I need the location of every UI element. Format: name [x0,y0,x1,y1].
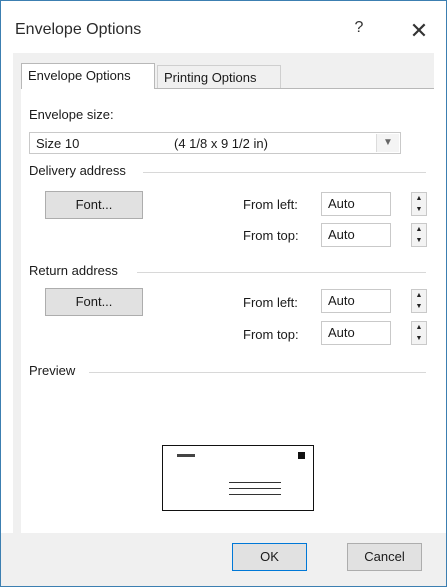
delivery-font-button[interactable]: Font... [45,191,143,219]
chevron-down-icon[interactable]: ▼ [376,134,399,152]
close-button[interactable]: ✕ [405,17,433,45]
envelope-size-label: Envelope size: [29,107,114,122]
dialog-footer: OK Cancel [1,533,446,586]
cancel-button[interactable]: Cancel [347,543,422,571]
triangle-up-icon[interactable]: ▲ [412,193,426,204]
preview-divider [89,372,426,373]
envelope-size-name: Size 10 [36,136,80,151]
spinner-arrows[interactable]: ▲ ▼ [411,192,427,216]
return-from-left-label: From left: [243,295,298,310]
address-line [229,482,281,483]
spinner-arrows[interactable]: ▲ ▼ [411,289,427,313]
return-address-section-label: Return address [29,263,124,278]
envelope-options-panel: Envelope size: Size 10 (4 1/8 x 9 1/2 in… [21,88,434,534]
tab-printing-options[interactable]: Printing Options [157,65,281,89]
return-from-left-input[interactable]: Auto [321,289,391,313]
triangle-down-icon[interactable]: ▼ [412,235,426,246]
delivery-from-left-input[interactable]: Auto [321,192,391,216]
return-from-top-input[interactable]: Auto [321,321,391,345]
envelope-size-dimensions: (4 1/8 x 9 1/2 in) [174,136,268,151]
triangle-up-icon[interactable]: ▲ [412,290,426,301]
delivery-address-section-label: Delivery address [29,163,132,178]
envelope-preview [162,445,314,511]
envelope-size-select[interactable]: Size 10 (4 1/8 x 9 1/2 in) ▼ [29,132,401,154]
delivery-from-top-input[interactable]: Auto [321,223,391,247]
help-button[interactable]: ? [347,19,371,43]
return-address-divider [137,272,426,273]
tab-envelope-options[interactable]: Envelope Options [21,63,155,89]
delivery-from-top-label: From top: [243,228,299,243]
envelope-options-dialog: Envelope Options ? ✕ Envelope Options Pr… [0,0,447,587]
delivery-address-divider [143,172,426,173]
triangle-down-icon[interactable]: ▼ [412,301,426,312]
delivery-from-top-spinner[interactable]: Auto ▲ ▼ [321,223,428,247]
triangle-up-icon[interactable]: ▲ [412,224,426,235]
return-font-button[interactable]: Font... [45,288,143,316]
spinner-arrows[interactable]: ▲ ▼ [411,223,427,247]
triangle-up-icon[interactable]: ▲ [412,322,426,333]
return-from-left-spinner[interactable]: Auto ▲ ▼ [321,289,428,313]
stamp-icon [298,452,305,459]
dialog-content: Envelope Options Printing Options Envelo… [13,53,434,534]
title-bar: Envelope Options ? ✕ [1,1,446,53]
dialog-title: Envelope Options [15,21,142,38]
address-line [229,494,281,495]
ok-button[interactable]: OK [232,543,307,571]
return-from-top-label: From top: [243,327,299,342]
address-line [229,488,281,489]
return-address-mark [177,454,195,457]
triangle-down-icon[interactable]: ▼ [412,204,426,215]
return-from-top-spinner[interactable]: Auto ▲ ▼ [321,321,428,345]
preview-section-label: Preview [29,363,82,378]
spinner-arrows[interactable]: ▲ ▼ [411,321,427,345]
delivery-from-left-spinner[interactable]: Auto ▲ ▼ [321,192,428,216]
delivery-from-left-label: From left: [243,197,298,212]
triangle-down-icon[interactable]: ▼ [412,333,426,344]
